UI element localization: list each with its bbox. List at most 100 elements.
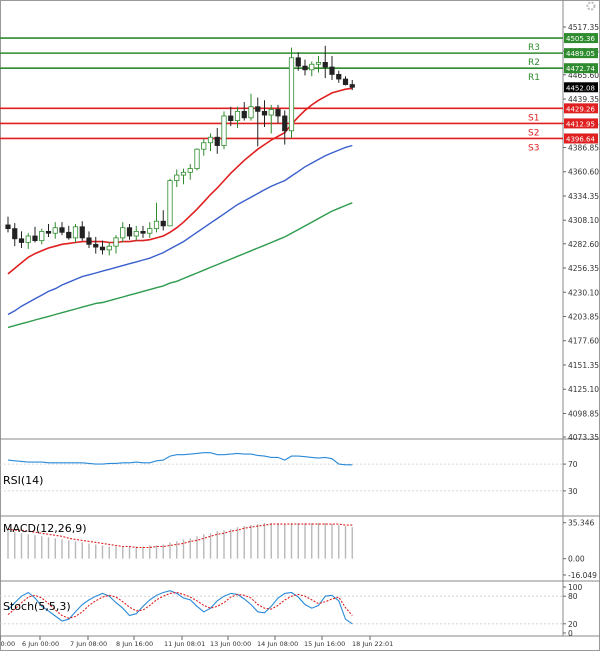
candle-down [241,110,247,119]
candle-up [153,220,160,230]
candle-up [174,174,180,182]
candle-down [59,227,65,233]
candle-up [106,245,112,251]
candle-up [113,237,119,247]
price-tick-label: 4439.35 [568,95,599,104]
candle-up [133,230,139,237]
price-tick-label: 4177.60 [568,337,599,346]
pivot-label-s2: S2 [528,128,539,138]
candle-down [302,65,308,71]
forex-chart: 4517.354491.254465.604439.354412.954386.… [0,0,600,651]
time-tick-label: 13 Jun 00:00 [210,640,251,648]
macd-tick-label: 35.346 [568,519,594,528]
time-tick-label: 18 Jun 22:01 [352,640,393,648]
candle-up [147,228,153,234]
price-tick-label: 4282.60 [568,240,599,249]
candle-up [194,148,200,170]
candle-down [79,226,85,239]
candle-down [342,78,349,85]
candle-down [228,115,234,121]
pivot-value-label: 4396.64 [566,135,595,143]
candle-up [25,235,31,243]
candle-down [295,57,301,67]
candle-up [120,227,126,239]
gear-icon-ring [586,1,596,11]
time-tick-label: 5 Jun 20:00 [0,640,15,648]
price-tick-label: 4334.35 [568,192,599,201]
candle-up [315,62,322,65]
candle-down [45,230,52,234]
stoch-tick-label: 0 [568,629,573,638]
candle-up [268,109,274,116]
moving-average-green [7,202,353,329]
price-tick-label: 4073.35 [568,433,599,442]
candle-down [214,136,220,146]
candle-down [18,238,25,243]
last-price-label: 4452.08 [566,84,595,92]
gear-icon [586,1,596,11]
macd-tick-label: 0.00 [568,555,585,564]
candle-down [5,224,11,230]
candle-down [86,237,92,245]
candle-down [99,246,106,251]
candle-down [329,66,335,75]
pivot-value-label: 4489.05 [566,50,595,58]
candle-down [336,74,342,80]
candle-down [275,109,281,117]
candle-up [39,230,45,242]
price-tick-label: 4517.35 [568,23,599,32]
rsi-title: RSI(14) [3,474,43,487]
macd-title: MACD(12,26,9) [3,522,87,535]
chart-border [0,0,600,651]
time-tick-label: 6 Jun 00:00 [22,640,59,648]
price-tick-label: 4256.35 [568,264,599,273]
candle-down [140,230,146,234]
time-tick-label: 7 Jun 08:00 [70,640,107,648]
candle-up [207,136,214,144]
candle-up [167,180,173,227]
candle-down [93,243,99,248]
rsi-tick-label: 70 [568,460,578,469]
candle-up [234,110,241,121]
candle-up [52,227,58,234]
pivot-label-r3: R3 [528,43,540,53]
pivot-label-r1: R1 [528,73,540,83]
price-tick-label: 4098.85 [568,409,599,418]
candle-up [288,57,295,132]
candle-down [126,227,133,237]
candle-up [309,63,315,71]
price-tick-label: 4308.10 [568,216,599,225]
moving-average-red [7,87,353,275]
pivot-label-r2: R2 [528,58,540,68]
candle-down [160,220,166,227]
stoch-tick-label: 20 [568,620,578,629]
candle-up [248,106,254,119]
pivot-value-label: 4505.36 [566,35,595,43]
price-tick-label: 4360.60 [568,168,599,177]
pivot-value-label: 4429.26 [566,105,595,113]
price-tick-label: 4151.35 [568,361,599,370]
pivot-label-s3: S3 [528,143,539,153]
rsi-tick-label: 30 [568,487,578,496]
pivot-label-s1: S1 [528,113,539,123]
time-tick-label: 11 Jun 08:01 [164,640,205,648]
candle-down [255,106,261,112]
candle-up [201,142,207,150]
stoch-tick-label: 80 [568,592,578,601]
time-tick-label: 14 Jun 08:00 [257,640,298,648]
price-tick-label: 4203.85 [568,312,599,321]
rsi-line [7,452,353,466]
price-tick-label: 4125.10 [568,385,599,394]
candle-up [221,115,227,146]
candle-down [66,231,72,239]
stoch-title: Stoch(5,5,3) [3,600,71,613]
time-tick-label: 8 Jun 16:00 [116,640,153,648]
price-tick-label: 4386.85 [568,144,599,153]
candle-down [349,84,355,88]
candle-down [261,110,268,116]
candle-down [322,62,328,68]
chart-canvas: 4517.354491.254465.604439.354412.954386.… [0,0,600,651]
stoch-tick-label: 100 [568,583,583,592]
macd-tick-label: -16.049 [568,571,597,580]
pivot-value-label: 4412.95 [566,120,595,128]
